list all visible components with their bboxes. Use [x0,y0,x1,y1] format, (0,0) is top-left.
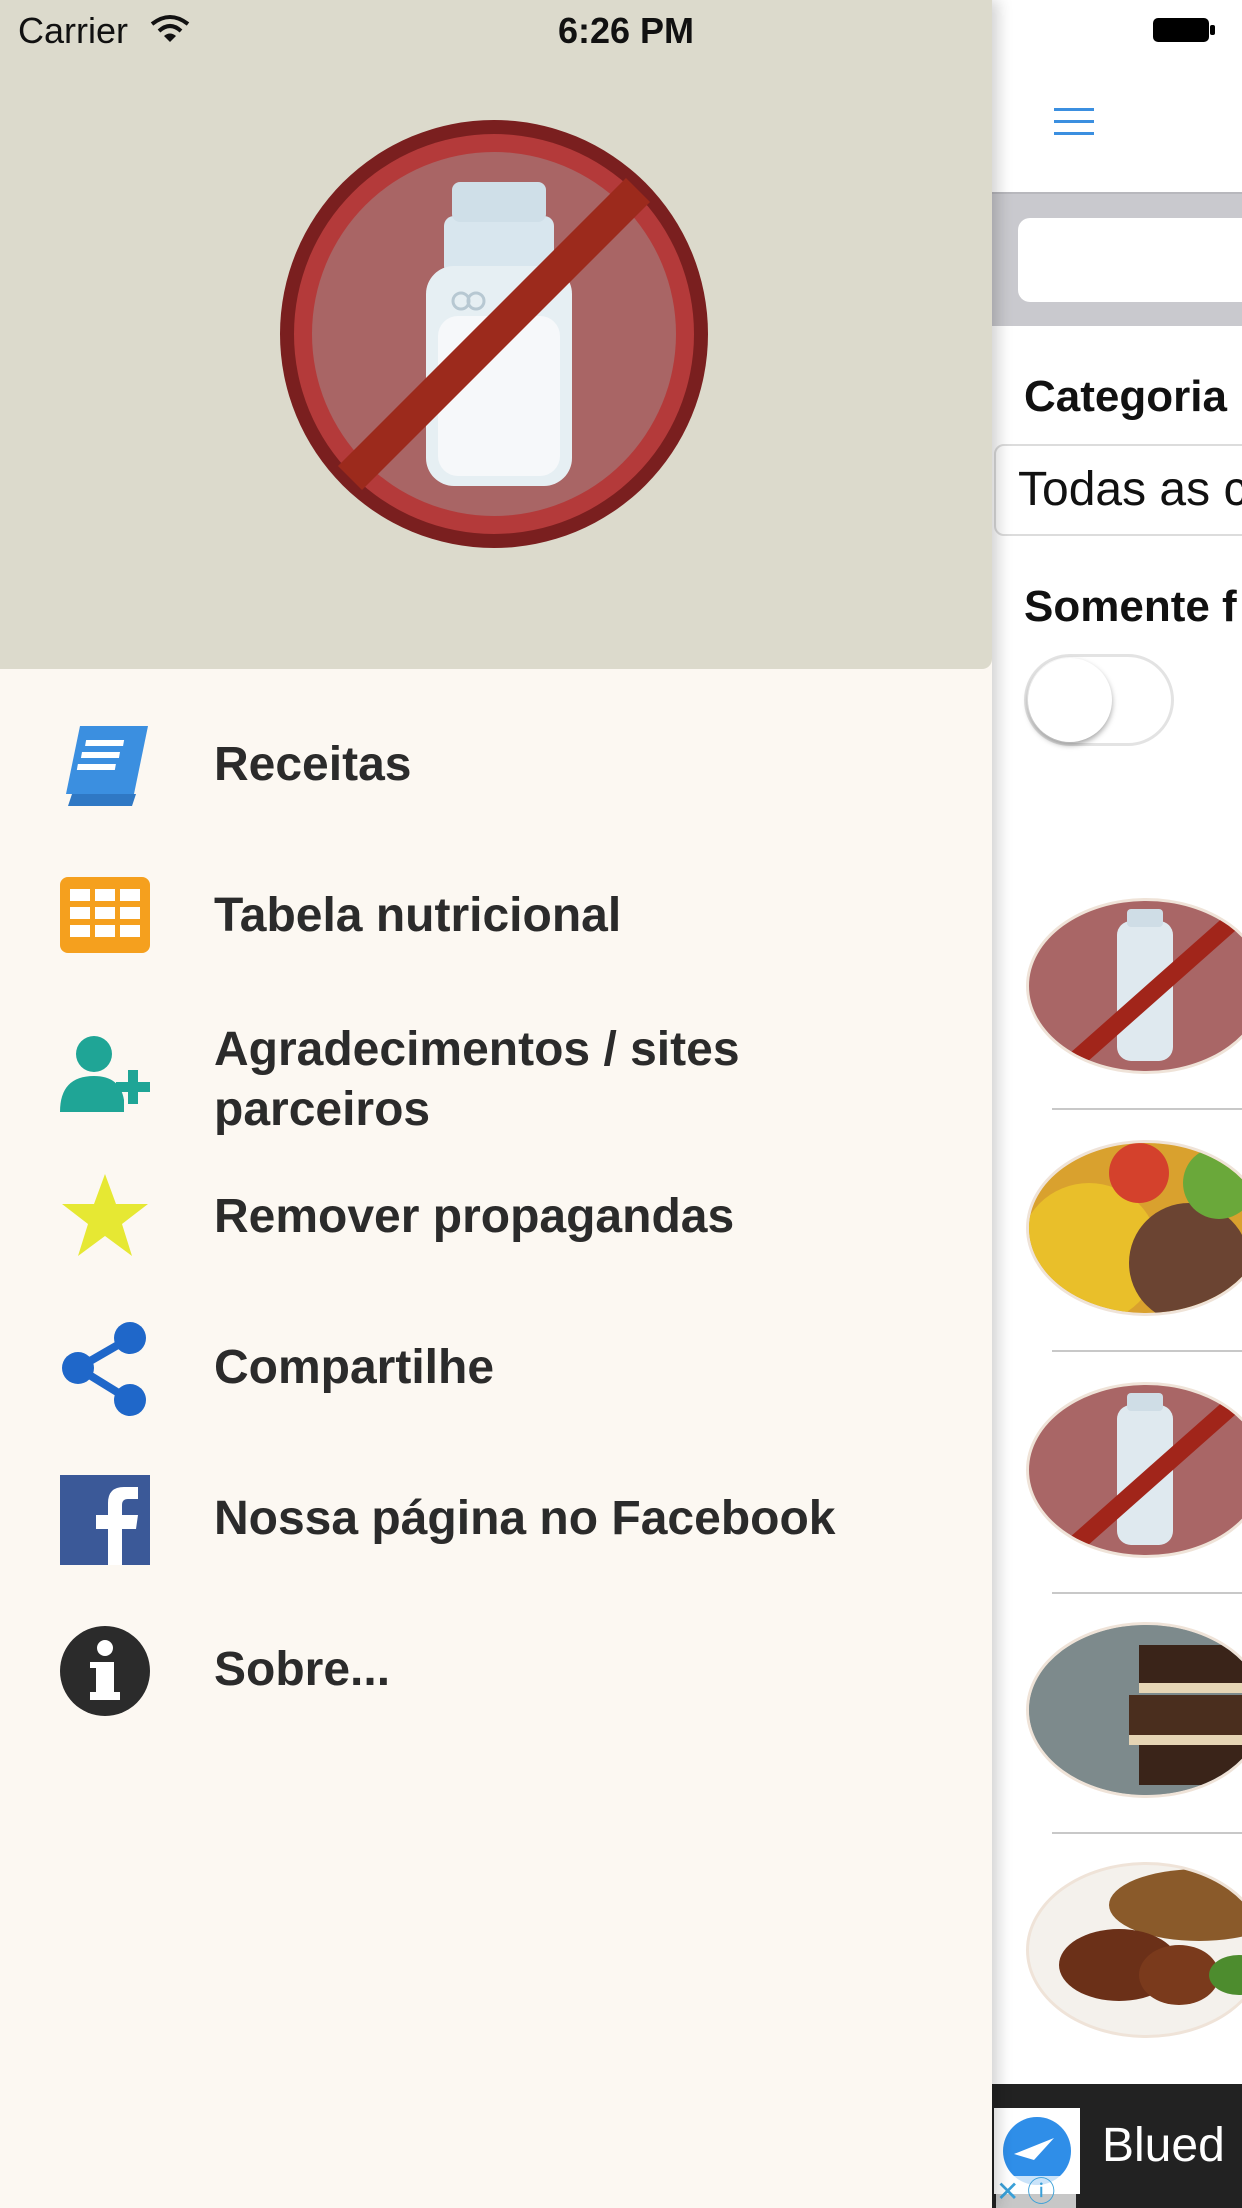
ad-banner[interactable]: Blued ✕ ⓘ [992,2084,1242,2208]
menu-label: Receitas [214,738,412,791]
no-milk-logo [280,120,708,548]
menu-label: Tabela nutricional [214,889,622,942]
category-select-value: Todas as c [1018,463,1242,516]
book-icon [66,726,148,806]
only-favorites-label: Somente f [1024,582,1237,631]
list-separator [1052,1832,1242,1834]
menu-label: Agradecimentos / sites parceiros [214,1023,740,1136]
recipes-content-panel: Categoria Todas as c Somente f Blued ✕ ⓘ [992,0,1242,2208]
recipe-thumbnail-chocolate-bars[interactable] [1026,1622,1242,1798]
share-icon [62,1322,146,1416]
menu-label: Remover propagandas [214,1190,735,1243]
menu-item-about[interactable]: Sobre... [0,1596,992,1746]
navigation-drawer: Carrier 6:26 PM Receitas Tabela nutricio… [0,0,992,2208]
table-grid-icon [60,877,150,953]
info-icon [60,1626,150,1716]
menu-item-facebook-page[interactable]: Nossa página no Facebook [0,1445,992,1595]
list-separator [1052,1108,1242,1110]
menu-item-nutrition-table[interactable]: Tabela nutricional [0,841,992,991]
category-label: Categoria [1024,372,1227,421]
menu-label: Nossa página no Facebook [214,1492,836,1545]
recipe-thumbnail-no-milk[interactable] [1026,898,1242,1074]
menu-item-recipes[interactable]: Receitas [0,690,992,840]
only-filter-toggle[interactable] [1024,654,1174,746]
menu-item-remove-ads[interactable]: Remover propagandas [0,1144,992,1294]
list-separator [1052,1592,1242,1594]
menu-item-share[interactable]: Compartilhe [0,1294,992,1444]
ad-title: Blued [1102,2119,1225,2172]
add-user-icon [60,1036,150,1112]
menu-label: Compartilhe [214,1341,495,1394]
status-time: 6:26 PM [557,10,695,51]
hamburger-menu-icon[interactable] [1052,100,1096,144]
recipe-thumbnail-stir-fry[interactable] [1026,1862,1242,2038]
search-input[interactable] [1018,218,1242,302]
recipe-thumbnail-no-milk[interactable] [1026,1382,1242,1558]
list-separator [1052,1350,1242,1352]
menu-item-acknowledgments[interactable]: Agradecimentos / sites parceiros [0,1020,992,1150]
facebook-icon [60,1475,150,1565]
menu-label: Sobre... [214,1643,391,1696]
ad-close-info-icon[interactable]: ✕ ⓘ [996,2176,1076,2208]
search-bar [992,192,1242,326]
drawer-header: Carrier 6:26 PM [0,0,992,669]
category-select[interactable]: Todas as c [994,444,1242,536]
star-icon [62,1174,148,1256]
recipe-thumbnail-couscous[interactable] [1026,1140,1242,1316]
toggle-knob [1028,658,1112,742]
